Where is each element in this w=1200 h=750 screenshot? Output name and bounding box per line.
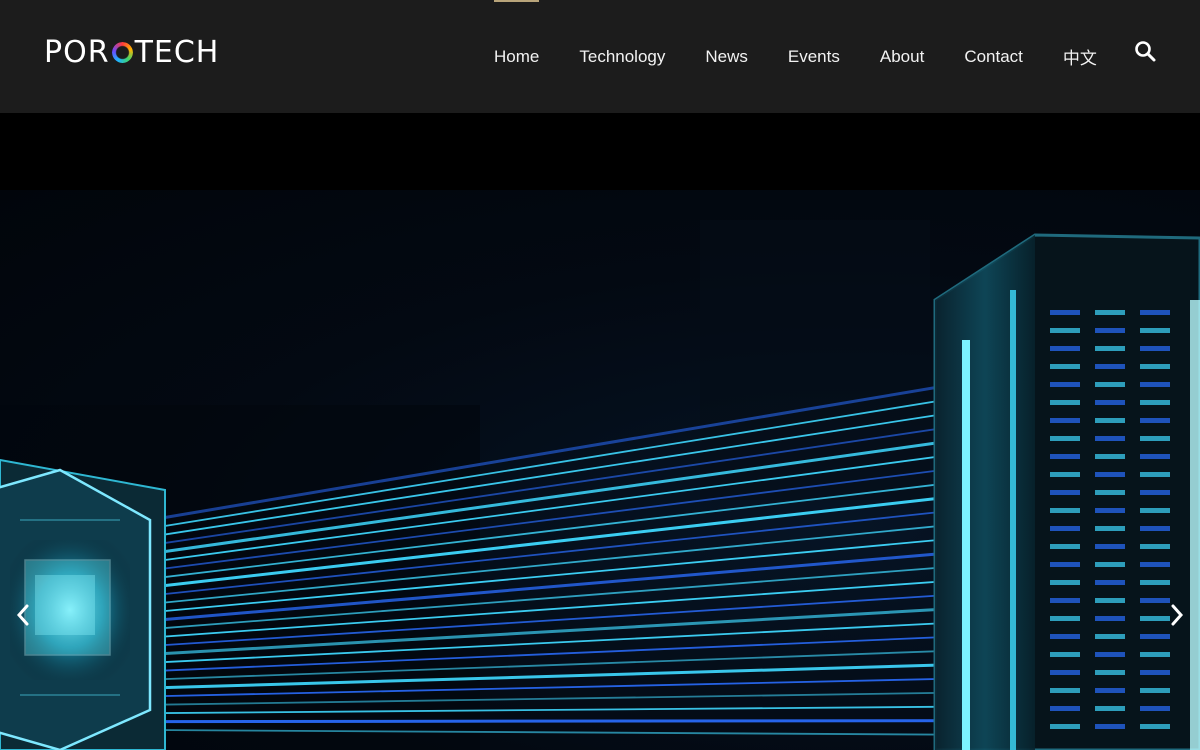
porotech-logo[interactable]: POR TECH	[44, 35, 219, 70]
server-rack	[933, 233, 1200, 750]
chevron-left-icon	[16, 604, 29, 626]
nav-technology[interactable]: Technology	[559, 0, 685, 113]
nav-events[interactable]: Events	[768, 0, 860, 113]
nav-contact[interactable]: Contact	[944, 0, 1043, 113]
logo-wordmark: POR TECH	[44, 35, 219, 70]
hero-banner-image	[0, 190, 1200, 750]
search-icon[interactable]	[1133, 39, 1157, 63]
slider-next-button[interactable]	[1166, 600, 1188, 630]
chevron-right-icon	[1171, 604, 1184, 626]
site-header: POR TECH Home Technology News Events Abo…	[0, 0, 1200, 113]
logo-ring-icon	[111, 41, 133, 63]
main-nav: Home Technology News Events About Contac…	[474, 0, 1117, 113]
nav-news[interactable]: News	[685, 0, 768, 113]
nav-about[interactable]: About	[860, 0, 944, 113]
logo-text-right: TECH	[134, 34, 220, 70]
logo-text-left: POR	[44, 34, 110, 70]
nav-language-chinese[interactable]: 中文	[1043, 0, 1117, 113]
hero-top-band	[0, 113, 1200, 190]
hero-illustration	[0, 220, 1200, 750]
nav-home[interactable]: Home	[474, 0, 559, 113]
slider-prev-button[interactable]	[12, 600, 34, 630]
